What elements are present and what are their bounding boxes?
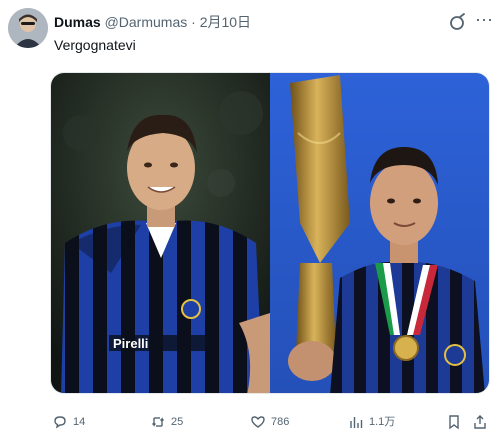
grok-icon[interactable] [448,12,468,32]
player-striped-kit-image: Pirelli [51,73,270,393]
post-media[interactable]: Pirelli [50,72,490,394]
share-button[interactable] [472,412,493,432]
header-separator: · [191,14,196,30]
reply-count: 14 [73,416,86,428]
repost-icon [152,417,164,427]
more-icon[interactable]: ⋯ [474,11,494,32]
avatar[interactable] [8,8,48,48]
avatar-image [8,8,48,48]
like-button[interactable]: 786 [250,412,289,432]
author-handle[interactable]: @Darmumas [105,14,188,30]
bookmark-button[interactable] [446,412,467,432]
player-trophy-image [270,73,489,393]
views-count: 1.1万 [369,416,396,428]
views-button[interactable]: 1.1万 [348,412,395,432]
views-chart-icon [350,417,363,428]
repost-button[interactable]: 25 [150,412,183,432]
like-count: 786 [271,416,290,428]
author-name[interactable]: Dumas [54,14,101,30]
photo-left[interactable]: Pirelli [51,73,270,393]
reply-button[interactable]: 14 [52,412,85,432]
heart-icon [251,416,265,428]
share-icon [474,415,486,429]
post-header: Dumas @Darmumas · 2月10日 [54,13,251,31]
tweet: Dumas @Darmumas · 2月10日 ⋯ Vergognatevi P… [0,0,500,440]
bookmark-icon [449,415,459,430]
post-date[interactable]: 2月10日 [200,14,251,30]
reply-icon [54,416,66,429]
photo-right[interactable] [270,73,489,393]
post-actions: 14 25 786 1.1万 [50,412,490,432]
post-text: Vergognatevi [54,37,136,53]
repost-count: 25 [171,416,184,428]
kit-sponsor-text: Pirelli [113,336,148,351]
